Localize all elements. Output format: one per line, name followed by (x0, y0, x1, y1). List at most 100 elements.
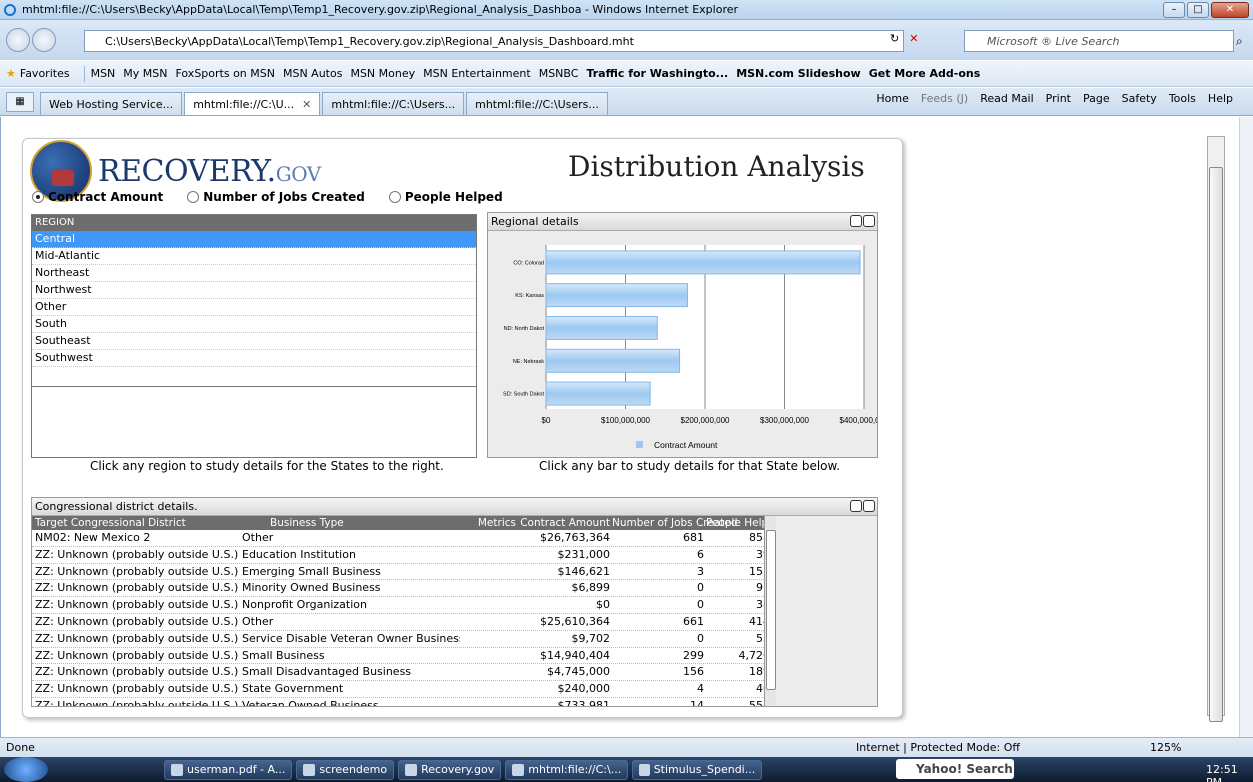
tab-mhtml-2[interactable]: mhtml:file://C:\Users... (322, 92, 465, 115)
table-cell: 858 (749, 531, 770, 544)
col-district[interactable]: Target Congressional District (32, 516, 240, 530)
legend-swatch (636, 441, 643, 448)
maximize-panel-icon[interactable] (863, 500, 875, 512)
region-header: REGION (32, 215, 476, 231)
app-scroll-thumb[interactable] (1209, 167, 1223, 722)
region-item[interactable]: Central (32, 231, 476, 248)
search-icon[interactable]: ⌕ (1236, 34, 1243, 49)
fav-link-msn-money[interactable]: MSN Money (350, 67, 415, 80)
fav-link-foxsports[interactable]: FoxSports on MSN (175, 67, 275, 80)
address-input[interactable]: C:\Users\Becky\AppData\Local\Temp\Temp1_… (84, 30, 904, 52)
radio-jobs-created[interactable]: Number of Jobs Created (187, 190, 365, 204)
page-scrollbar[interactable] (1239, 117, 1253, 737)
fav-link-msn-autos[interactable]: MSN Autos (283, 67, 342, 80)
start-button[interactable] (4, 757, 48, 782)
region-item[interactable]: South (32, 316, 476, 333)
region-item[interactable]: Northeast (32, 265, 476, 282)
fav-link-slideshow[interactable]: MSN.com Slideshow (736, 67, 861, 80)
radio-label: People Helped (404, 190, 503, 204)
col-metrics[interactable]: Metrics (460, 516, 520, 530)
back-button[interactable] (6, 28, 30, 52)
region-item[interactable]: Southwest (32, 350, 476, 367)
maximize-button[interactable]: □ (1187, 2, 1209, 18)
page-menu[interactable]: Page (1083, 92, 1110, 105)
region-item[interactable]: Southeast (32, 333, 476, 350)
table-row[interactable]: ZZ: Unknown (probably outside U.S.) Small… (32, 664, 776, 682)
minimize-button[interactable]: – (1163, 2, 1185, 18)
table-scrollbar[interactable] (764, 516, 776, 706)
favorites-button[interactable]: Favorites (20, 67, 70, 80)
command-bar: Home Feeds (J) Read Mail Print Page Safe… (876, 92, 1233, 105)
tools-menu[interactable]: Tools (1169, 92, 1196, 105)
table-row[interactable]: ZZ: Unknown (probably outside U.S.) Small… (32, 648, 776, 665)
radio-people-helped[interactable]: People Helped (388, 190, 503, 204)
help-menu[interactable]: Help (1208, 92, 1233, 105)
y-category-label: SD: South Dakot (503, 392, 544, 398)
metric-selector: Contract Amount Number of Jobs Created P… (32, 190, 503, 204)
radio-contract-amount[interactable]: Contract Amount (32, 190, 163, 204)
zoom-level[interactable]: 125% (1150, 741, 1181, 754)
region-item[interactable]: Northwest (32, 282, 476, 299)
fav-link-my-msn[interactable]: My MSN (123, 67, 167, 80)
table-cell (460, 564, 520, 580)
table-row[interactable]: ZZ: Unknown (probably outside U.S.) Veter… (32, 698, 776, 706)
col-contract-amount[interactable]: Contract Amount (520, 516, 612, 530)
maximize-panel-icon[interactable] (863, 215, 875, 227)
home-button[interactable]: Home (876, 92, 908, 105)
col-people-helped[interactable]: People Helped (706, 516, 776, 530)
table-row[interactable]: ZZ: Unknown (probably outside U.S.) Other… (32, 614, 776, 631)
yahoo-search-box[interactable]: Yahoo! Search (896, 759, 1014, 779)
table-row[interactable]: NM02: New Mexico 2 Other $26,763,364 681 858 (32, 530, 776, 547)
bar[interactable] (545, 283, 689, 308)
fav-link-addons[interactable]: Get More Add-ons (869, 67, 981, 80)
table-cell (460, 664, 520, 680)
forward-button[interactable] (32, 28, 56, 52)
taskbar-item-userman[interactable]: userman.pdf - A... (164, 759, 293, 780)
bar[interactable] (545, 381, 651, 406)
minimize-panel-icon[interactable] (850, 215, 862, 227)
region-item[interactable]: Other (32, 299, 476, 316)
y-category-label: KS: Kansas (515, 293, 544, 299)
col-jobs-created[interactable]: Number of Jobs Created (612, 516, 738, 530)
quick-tabs-icon[interactable]: ▦ (6, 92, 34, 112)
taskbar-item-stimulus[interactable]: Stimulus_Spendi... (632, 759, 763, 780)
app-scrollbar[interactable] (1207, 136, 1225, 722)
table-row[interactable]: ZZ: Unknown (probably outside U.S.) Emerg… (32, 564, 776, 581)
fav-link-msn-entertainment[interactable]: MSN Entertainment (423, 67, 531, 80)
print-button[interactable]: Print (1046, 92, 1071, 105)
favorites-star-icon[interactable]: ★ (6, 67, 16, 80)
folder-icon (405, 763, 418, 776)
taskbar-item-mhtml[interactable]: mhtml:file://C:\... (505, 759, 629, 780)
feeds-button[interactable]: Feeds (J) (921, 92, 968, 105)
table-row[interactable]: ZZ: Unknown (probably outside U.S.) Nonpr… (32, 597, 776, 614)
taskbar-item-recovery[interactable]: Recovery.gov (398, 759, 502, 780)
search-input[interactable]: Microsoft ® Live Search (964, 30, 1234, 52)
fav-link-msn[interactable]: MSN (91, 67, 116, 80)
minimize-panel-icon[interactable] (850, 500, 862, 512)
tab-mhtml-3[interactable]: mhtml:file://C:\Users... (466, 92, 608, 115)
tab-label: mhtml:file://C:\Users... (475, 97, 599, 111)
stop-icon[interactable]: ✕ (909, 32, 918, 45)
table-cell: $9,702 (571, 631, 611, 645)
bar[interactable] (545, 250, 861, 275)
close-tab-icon[interactable]: ✕ (302, 98, 311, 111)
table-row[interactable]: ZZ: Unknown (probably outside U.S.) Educa… (32, 547, 776, 564)
fav-link-traffic[interactable]: Traffic for Washingto... (586, 67, 728, 80)
bar[interactable] (545, 316, 658, 340)
table-row[interactable]: ZZ: Unknown (probably outside U.S.) Servi… (32, 631, 776, 648)
taskbar-item-screendemo[interactable]: screendemo (296, 759, 395, 780)
table-row[interactable]: ZZ: Unknown (probably outside U.S.) Minor… (32, 580, 776, 598)
bar[interactable] (545, 348, 681, 373)
fav-link-msnbc[interactable]: MSNBC (539, 67, 579, 80)
col-business-type[interactable]: Business Type (240, 516, 460, 530)
tab-mhtml-active[interactable]: mhtml:file://C:\U... ✕ (184, 92, 321, 115)
safety-menu[interactable]: Safety (1122, 92, 1157, 105)
tab-web-hosting[interactable]: Web Hosting Service... (40, 92, 183, 115)
window-titlebar: mhtml:file://C:\Users\Becky\AppData\Loca… (0, 0, 1253, 20)
close-button[interactable]: ✕ (1211, 2, 1249, 18)
refresh-icon[interactable]: ↻ (890, 32, 899, 45)
table-scroll-thumb[interactable] (766, 530, 776, 690)
read-mail-button[interactable]: Read Mail (980, 92, 1033, 105)
region-item[interactable]: Mid-Atlantic (32, 248, 476, 265)
table-row[interactable]: ZZ: Unknown (probably outside U.S.) State… (32, 681, 776, 698)
